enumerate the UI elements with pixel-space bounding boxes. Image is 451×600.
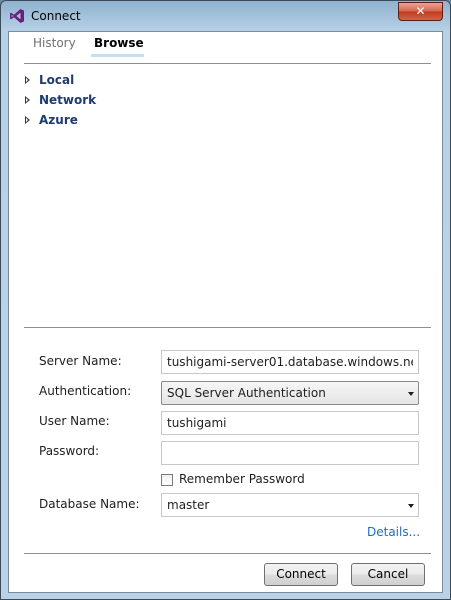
tree-item-label: Network [39,93,97,107]
window-title: Connect [31,9,81,23]
server-name-label: Server Name: [39,354,122,368]
tab-history[interactable]: History [31,35,78,51]
divider [24,327,431,328]
divider [24,63,431,64]
user-name-input[interactable] [161,411,419,435]
expand-arrow-icon[interactable] [25,76,30,84]
dialog-content: History Browse Local Network Azure Serve… [8,31,443,593]
expand-arrow-icon[interactable] [25,96,30,104]
expand-arrow-icon[interactable] [25,116,30,124]
remember-password-label[interactable]: Remember Password [179,472,305,486]
close-button[interactable]: ✕ [398,2,443,21]
database-name-label: Database Name: [39,497,140,511]
database-name-select[interactable]: master [161,493,419,517]
authentication-label: Authentication: [39,384,132,398]
server-name-input[interactable] [161,350,419,374]
close-icon: ✕ [415,4,426,18]
tab-browse[interactable]: Browse [92,35,146,51]
cancel-button[interactable]: Cancel [351,563,425,586]
chevron-down-icon [408,392,414,396]
title-bar[interactable]: Connect ✕ [1,1,450,31]
password-input[interactable] [161,441,419,465]
tree-item-label: Azure [39,113,78,127]
authentication-select[interactable]: SQL Server Authentication [161,381,419,405]
tree-item-label: Local [39,73,75,87]
user-name-label: User Name: [39,414,110,428]
active-tab-indicator [91,54,144,57]
password-label: Password: [39,444,100,458]
connect-dialog: Connect ✕ History Browse Local Network A… [0,0,451,600]
divider [24,553,431,554]
remember-password-checkbox[interactable] [161,474,173,486]
authentication-value: SQL Server Authentication [167,386,326,400]
visual-studio-icon [10,9,24,23]
database-name-value: master [167,498,210,512]
chevron-down-icon [408,504,414,508]
details-link[interactable]: Details... [367,525,420,539]
connect-button[interactable]: Connect [264,563,338,586]
